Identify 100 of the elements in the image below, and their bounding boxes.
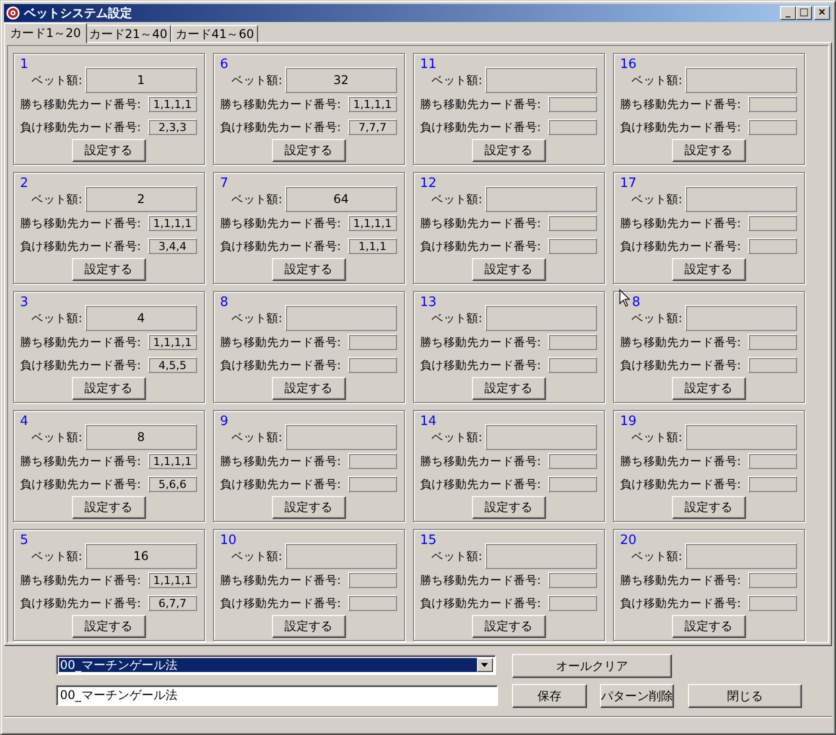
input-field[interactable]: [548, 357, 597, 373]
input-field[interactable]: [348, 572, 397, 588]
input-field[interactable]: [348, 595, 397, 611]
input-field[interactable]: [548, 476, 597, 492]
input-field[interactable]: 1,1,1: [348, 238, 397, 254]
input-field[interactable]: [485, 424, 597, 450]
input-field[interactable]: [548, 119, 597, 135]
input-field[interactable]: [548, 215, 597, 231]
input-field[interactable]: [548, 334, 597, 350]
input-field[interactable]: [285, 543, 397, 569]
input-field[interactable]: 2,3,3: [148, 119, 197, 135]
save-button[interactable]: 保存: [512, 684, 587, 708]
minimize-button[interactable]: _: [780, 6, 796, 20]
tab[interactable]: カード21～40: [84, 25, 172, 42]
set-button[interactable]: 設定する: [72, 615, 146, 638]
set-button[interactable]: 設定する: [472, 139, 546, 162]
field-label: 勝ち移動先カード番号:: [420, 334, 541, 350]
input-field[interactable]: 64: [285, 186, 397, 212]
input-field[interactable]: 2: [85, 186, 197, 212]
input-field[interactable]: [748, 357, 797, 373]
input-field[interactable]: [548, 238, 597, 254]
input-field[interactable]: [685, 305, 797, 331]
input-field[interactable]: [748, 476, 797, 492]
input-field[interactable]: [748, 334, 797, 350]
input-field[interactable]: 7,7,7: [348, 119, 397, 135]
input-field[interactable]: 4: [85, 305, 197, 331]
input-field[interactable]: [748, 119, 797, 135]
set-button[interactable]: 設定する: [472, 377, 546, 400]
input-field[interactable]: [748, 238, 797, 254]
pattern-dropdown[interactable]: 00_マーチンゲール法: [56, 655, 496, 675]
set-button[interactable]: 設定する: [672, 258, 746, 281]
window-title: ベットシステム設定: [24, 4, 133, 22]
input-field[interactable]: [485, 186, 597, 212]
input-field[interactable]: 1,1,1,1: [148, 572, 197, 588]
set-button[interactable]: 設定する: [72, 258, 146, 281]
input-field[interactable]: [685, 543, 797, 569]
tab[interactable]: カード41～60: [171, 25, 258, 42]
set-button[interactable]: 設定する: [72, 496, 146, 519]
field-label: 負け移動先カード番号:: [420, 120, 541, 134]
input-field[interactable]: [748, 595, 797, 611]
input-field[interactable]: [485, 305, 597, 331]
set-button[interactable]: 設定する: [272, 139, 346, 162]
input-field[interactable]: 1,1,1,1: [148, 453, 197, 469]
clear-all-button[interactable]: オールクリア: [512, 654, 672, 678]
set-button[interactable]: 設定する: [272, 615, 346, 638]
set-button[interactable]: 設定する: [72, 377, 146, 400]
input-field[interactable]: 1: [85, 67, 197, 93]
pattern-name-field[interactable]: 00_マーチンゲール法: [56, 685, 498, 706]
set-button[interactable]: 設定する: [72, 139, 146, 162]
input-field[interactable]: [548, 572, 597, 588]
delete-pattern-button[interactable]: パターン削除: [600, 684, 674, 708]
input-field[interactable]: 1,1,1,1: [148, 215, 197, 231]
card-number: 19: [620, 417, 637, 427]
input-field[interactable]: [685, 424, 797, 450]
input-field[interactable]: [285, 424, 397, 450]
input-field[interactable]: 4,5,5: [148, 357, 197, 373]
input-field[interactable]: [485, 67, 597, 93]
close-button[interactable]: ×: [814, 6, 830, 20]
input-field[interactable]: 1,1,1,1: [348, 96, 397, 112]
field-label: ベット額:: [432, 310, 482, 326]
input-field[interactable]: [485, 543, 597, 569]
set-button[interactable]: 設定する: [672, 615, 746, 638]
input-field[interactable]: [348, 476, 397, 492]
input-field[interactable]: [548, 453, 597, 469]
card-number: 14: [420, 417, 437, 427]
set-button[interactable]: 設定する: [672, 377, 746, 400]
input-field[interactable]: 5,6,6: [148, 476, 197, 492]
set-button[interactable]: 設定する: [272, 258, 346, 281]
input-field[interactable]: 3,4,4: [148, 238, 197, 254]
input-field[interactable]: [285, 305, 397, 331]
set-button[interactable]: 設定する: [472, 615, 546, 638]
input-field[interactable]: [548, 96, 597, 112]
input-field[interactable]: [348, 357, 397, 373]
input-field[interactable]: [748, 215, 797, 231]
input-field[interactable]: [685, 67, 797, 93]
close-button[interactable]: 閉じる: [688, 684, 802, 708]
input-field[interactable]: 32: [285, 67, 397, 93]
set-button[interactable]: 設定する: [472, 496, 546, 519]
input-field[interactable]: 1,1,1,1: [348, 215, 397, 231]
set-button[interactable]: 設定する: [672, 139, 746, 162]
input-field[interactable]: 16: [85, 543, 197, 569]
input-field[interactable]: [748, 453, 797, 469]
input-field[interactable]: [348, 334, 397, 350]
input-field[interactable]: [548, 595, 597, 611]
set-button[interactable]: 設定する: [672, 496, 746, 519]
maximize-button[interactable]: □: [796, 6, 812, 20]
input-field[interactable]: [748, 96, 797, 112]
input-field[interactable]: 1,1,1,1: [148, 96, 197, 112]
tab[interactable]: カード1～20: [4, 23, 87, 43]
set-button[interactable]: 設定する: [472, 258, 546, 281]
input-field[interactable]: [685, 186, 797, 212]
card-number: 7: [220, 179, 228, 189]
set-button[interactable]: 設定する: [272, 496, 346, 519]
input-field[interactable]: [748, 572, 797, 588]
input-field[interactable]: [348, 453, 397, 469]
input-field[interactable]: 1,1,1,1: [148, 334, 197, 350]
input-field[interactable]: 6,7,7: [148, 595, 197, 611]
field-label: 勝ち移動先カード番号:: [220, 572, 341, 588]
set-button[interactable]: 設定する: [272, 377, 346, 400]
input-field[interactable]: 8: [85, 424, 197, 450]
